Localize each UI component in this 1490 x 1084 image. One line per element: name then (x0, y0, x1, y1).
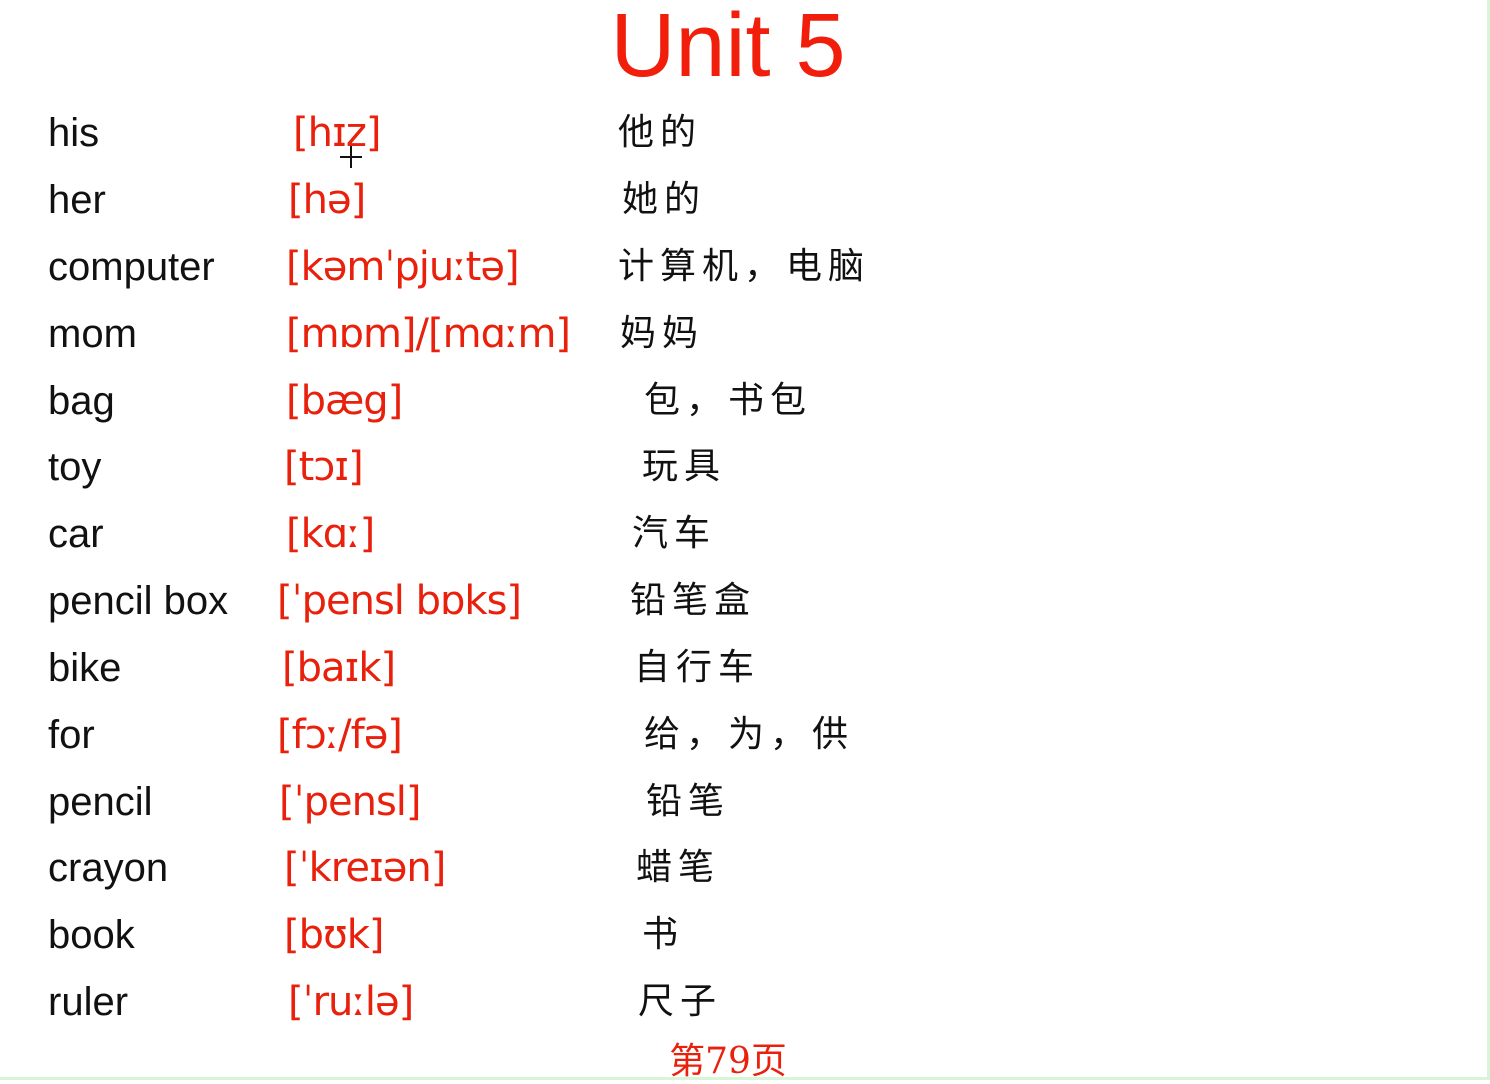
vocabulary-row: ruler [ˈruːlə] 尺子 (0, 972, 1400, 1032)
english-word: pencil box (48, 579, 229, 623)
vocabulary-row: bag [bæg] 包，书包 (0, 371, 1400, 431)
chinese-meaning: 铅笔盒 (630, 580, 757, 621)
english-word: crayon (48, 846, 169, 890)
phonetic-transcription: [ˈpensl] (279, 779, 422, 825)
vocabulary-row: toy [tɔɪ] 玩具 (0, 437, 1400, 497)
phonetic-transcription: [ˈkreɪən] (284, 845, 446, 891)
vocabulary-row: bike [baɪk] 自行车 (0, 638, 1400, 698)
phonetic-transcription: [mɒm]/[mɑːm] (286, 311, 571, 357)
phonetic-transcription: [ˈpensl bɒks] (277, 578, 522, 624)
chinese-meaning: 他的 (618, 112, 703, 153)
english-word: for (48, 713, 95, 757)
english-word: mom (48, 312, 137, 356)
english-word: pencil (48, 780, 153, 824)
english-word: bag (48, 379, 115, 423)
chinese-meaning: 铅笔 (646, 781, 731, 822)
chinese-meaning: 包，书包 (644, 380, 813, 421)
chinese-meaning: 玩具 (642, 446, 727, 487)
phonetic-transcription: [ˈruːlə] (288, 979, 414, 1025)
vocabulary-row: crayon [ˈkreɪən] 蜡笔 (0, 838, 1400, 898)
vocabulary-row: mom [mɒm]/[mɑːm] 妈妈 (0, 304, 1400, 364)
english-word: her (48, 178, 106, 222)
english-word: ruler (48, 980, 129, 1024)
vocabulary-row: computer [kəmˈpjuːtə] 计算机，电脑 (0, 237, 1400, 297)
crosshair-cursor-icon (340, 146, 362, 168)
vocabulary-row: book [bʊk] 书 (0, 905, 1400, 965)
phonetic-transcription: [bæg] (286, 378, 403, 424)
chinese-meaning: 书 (642, 914, 685, 955)
phonetic-transcription: [baɪk] (282, 645, 396, 691)
vocabulary-row: car [kɑː] 汽车 (0, 504, 1400, 564)
phonetic-transcription: [kəmˈpjuːtə] (286, 244, 520, 290)
chinese-meaning: 她的 (622, 179, 707, 220)
phonetic-transcription: [hɪz] (293, 110, 381, 156)
phonetic-transcription: [tɔɪ] (284, 444, 364, 490)
english-word: computer (48, 245, 215, 289)
phonetic-transcription: [fɔː/fə] (277, 712, 403, 758)
chinese-meaning: 蜡笔 (636, 847, 721, 888)
phonetic-transcription: [kɑː] (286, 511, 375, 557)
english-word: his (48, 111, 100, 155)
chinese-meaning: 计算机，电脑 (618, 246, 871, 287)
english-word: car (48, 512, 104, 556)
vocabulary-row: pencil [ˈpensl] 铅笔 (0, 772, 1400, 832)
chinese-meaning: 尺子 (638, 981, 723, 1022)
english-word: bike (48, 646, 122, 690)
chinese-meaning: 汽车 (632, 513, 717, 554)
chinese-meaning: 妈妈 (620, 313, 705, 354)
english-word: book (48, 913, 135, 957)
phonetic-transcription: [hə] (288, 177, 366, 223)
english-word: toy (48, 445, 102, 489)
chinese-meaning: 给，为，供 (644, 714, 855, 755)
chinese-meaning: 自行车 (634, 647, 761, 688)
vocabulary-row: his [hɪz] 他的 (0, 103, 1400, 163)
slide-title: Unit 5 (610, 0, 846, 96)
vocabulary-row: for [fɔː/fə] 给，为，供 (0, 705, 1400, 765)
vocabulary-row: pencil box [ˈpensl bɒks] 铅笔盒 (0, 571, 1400, 631)
phonetic-transcription: [bʊk] (284, 912, 384, 958)
vocabulary-row: her [hə] 她的 (0, 170, 1400, 230)
page-number: 第79页 (669, 1041, 787, 1082)
